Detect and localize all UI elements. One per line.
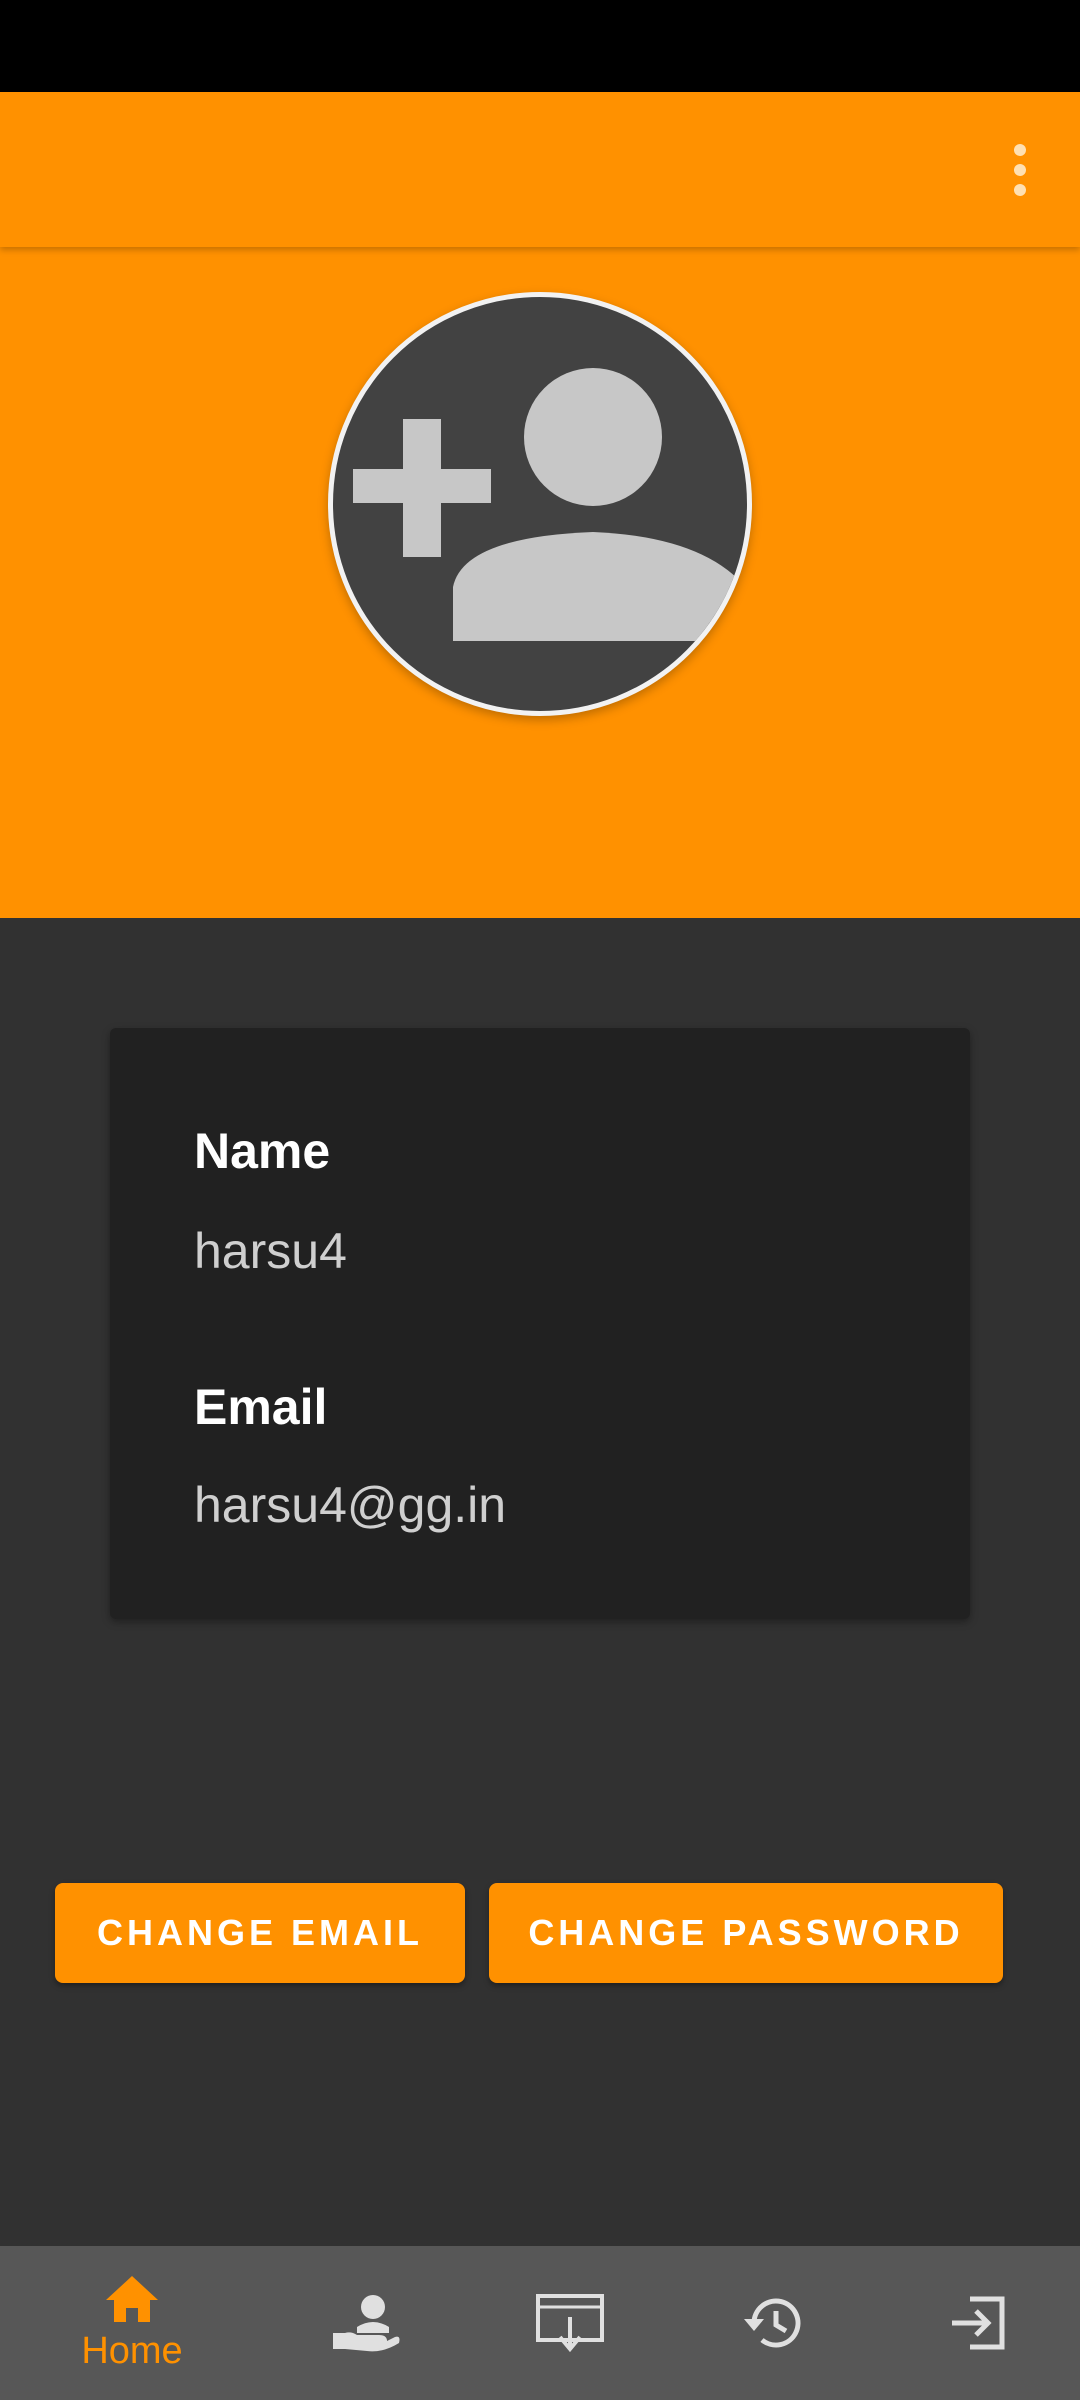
profile-info-card: Name harsu4 Email harsu4@gg.in	[110, 1028, 970, 1619]
hand-person-icon	[333, 2295, 400, 2352]
app-bar	[0, 92, 1080, 247]
name-value: harsu4	[194, 1223, 347, 1279]
nav-item-history[interactable]	[666, 2246, 882, 2400]
status-bar	[0, 0, 1080, 92]
more-vert-icon[interactable]	[960, 92, 1080, 247]
inbox-download-icon	[536, 2294, 604, 2353]
change-email-button[interactable]: CHANGE EMAIL	[55, 1883, 465, 1983]
add-person-icon	[353, 368, 747, 641]
nav-label-home: Home	[81, 2329, 183, 2372]
email-value: harsu4@gg.in	[194, 1477, 507, 1533]
nav-item-inbox-download[interactable]	[462, 2246, 678, 2400]
change-password-button[interactable]: CHANGE PASSWORD	[489, 1883, 1003, 1983]
history-icon	[744, 2298, 801, 2348]
home-icon	[106, 2275, 158, 2322]
nav-item-home[interactable]: Home	[24, 2246, 240, 2400]
profile-avatar[interactable]	[328, 292, 752, 716]
logout-icon	[952, 2296, 1005, 2350]
nav-item-logout[interactable]	[870, 2246, 1080, 2400]
email-label: Email	[194, 1379, 328, 1435]
bottom-navigation: Home	[0, 2246, 1080, 2400]
nav-item-hand-person[interactable]	[258, 2246, 474, 2400]
name-label: Name	[194, 1123, 331, 1179]
